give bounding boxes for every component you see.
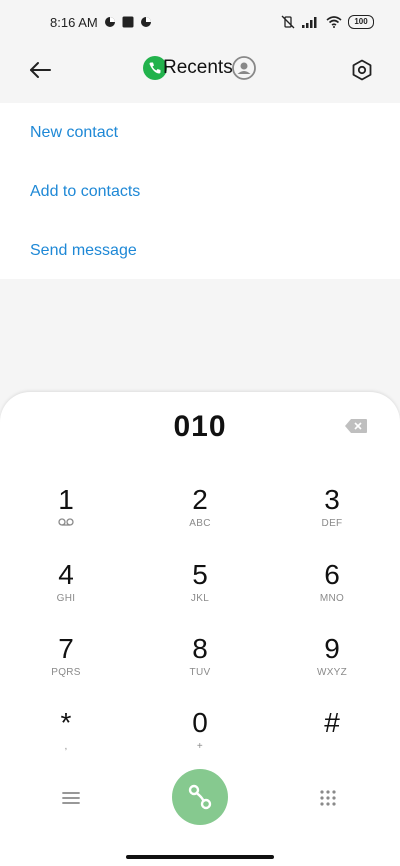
status-bar: 8:16 AM 100 xyxy=(0,0,400,44)
key-digit: * xyxy=(60,707,72,738)
signal-icon xyxy=(302,16,320,28)
key-digit: 1 xyxy=(58,484,74,515)
dialpad-panel: 010 1 2 ABC 3 DEF 4 GHI 5 JKL 6 MNO 7 PQ… xyxy=(0,392,400,866)
new-contact-link[interactable]: New contact xyxy=(30,124,118,142)
key-8[interactable]: 8 TUV xyxy=(150,634,250,696)
vibrate-off-icon xyxy=(280,15,296,29)
key-letters: DEF xyxy=(321,518,343,529)
key-letters: WXYZ xyxy=(316,667,348,678)
page-title: Recents xyxy=(163,57,233,78)
key-star[interactable]: * , xyxy=(16,708,116,770)
add-to-contacts-link[interactable]: Add to contacts xyxy=(30,183,140,201)
key-digit: 3 xyxy=(324,484,340,515)
key-letters: PQRS xyxy=(51,667,81,678)
app-header: Recents xyxy=(0,44,400,102)
data-saver-icon xyxy=(140,16,152,28)
key-hash[interactable]: # xyxy=(282,708,382,770)
key-letters: , xyxy=(64,741,68,752)
settings-hexagon-icon xyxy=(352,59,372,81)
keypad-toggle-button[interactable] xyxy=(313,783,343,813)
square-notification-icon xyxy=(122,16,134,28)
key-digit: # xyxy=(324,707,340,738)
key-5[interactable]: 5 JKL xyxy=(150,560,250,622)
send-message-link[interactable]: Send message xyxy=(30,242,137,260)
key-letters: ABC xyxy=(189,518,211,529)
status-time: 8:16 AM xyxy=(50,14,98,30)
call-icon xyxy=(188,784,212,810)
key-letters: MNO xyxy=(319,593,345,604)
data-saver-icon xyxy=(104,16,116,28)
key-9[interactable]: 9 WXYZ xyxy=(282,634,382,696)
menu-icon xyxy=(62,792,80,804)
key-digit: 2 xyxy=(192,484,208,515)
dialed-number: 010 xyxy=(173,410,227,443)
arrow-left-icon xyxy=(30,62,51,78)
battery-icon: 100 xyxy=(348,15,374,29)
key-digit: 7 xyxy=(58,633,74,664)
key-0[interactable]: 0 + xyxy=(150,708,250,770)
settings-button[interactable] xyxy=(346,54,378,86)
key-1[interactable]: 1 xyxy=(16,485,116,547)
key-digit: 0 xyxy=(192,707,208,738)
key-digit: 5 xyxy=(192,559,208,590)
keypad-grid-icon xyxy=(320,790,336,806)
home-indicator[interactable] xyxy=(126,855,274,859)
backspace-icon xyxy=(345,419,367,433)
key-7[interactable]: 7 PQRS xyxy=(16,634,116,696)
dialer-screen: 8:16 AM 100 Recents New contact Add to c… xyxy=(0,0,400,866)
wifi-icon xyxy=(326,16,342,28)
key-digit: 6 xyxy=(324,559,340,590)
call-button[interactable] xyxy=(172,769,228,825)
key-digit: 9 xyxy=(324,633,340,664)
menu-button[interactable] xyxy=(56,783,86,813)
key-letters: GHI xyxy=(56,593,76,604)
back-button[interactable] xyxy=(24,54,56,86)
title-group: Recents xyxy=(143,54,233,82)
key-6[interactable]: 6 MNO xyxy=(282,560,382,622)
backspace-button[interactable] xyxy=(342,415,370,437)
key-letters: JKL xyxy=(190,593,210,604)
key-letters: TUV xyxy=(189,667,211,678)
key-letters: + xyxy=(196,741,204,752)
key-2[interactable]: 2 ABC xyxy=(150,485,250,547)
key-3[interactable]: 3 DEF xyxy=(282,485,382,547)
actions-card: New contact Add to contacts Send message xyxy=(0,103,400,279)
key-digit: 8 xyxy=(192,633,208,664)
key-4[interactable]: 4 GHI xyxy=(16,560,116,622)
key-digit: 4 xyxy=(58,559,74,590)
voicemail-icon xyxy=(58,517,74,532)
contact-icon[interactable] xyxy=(230,54,258,82)
